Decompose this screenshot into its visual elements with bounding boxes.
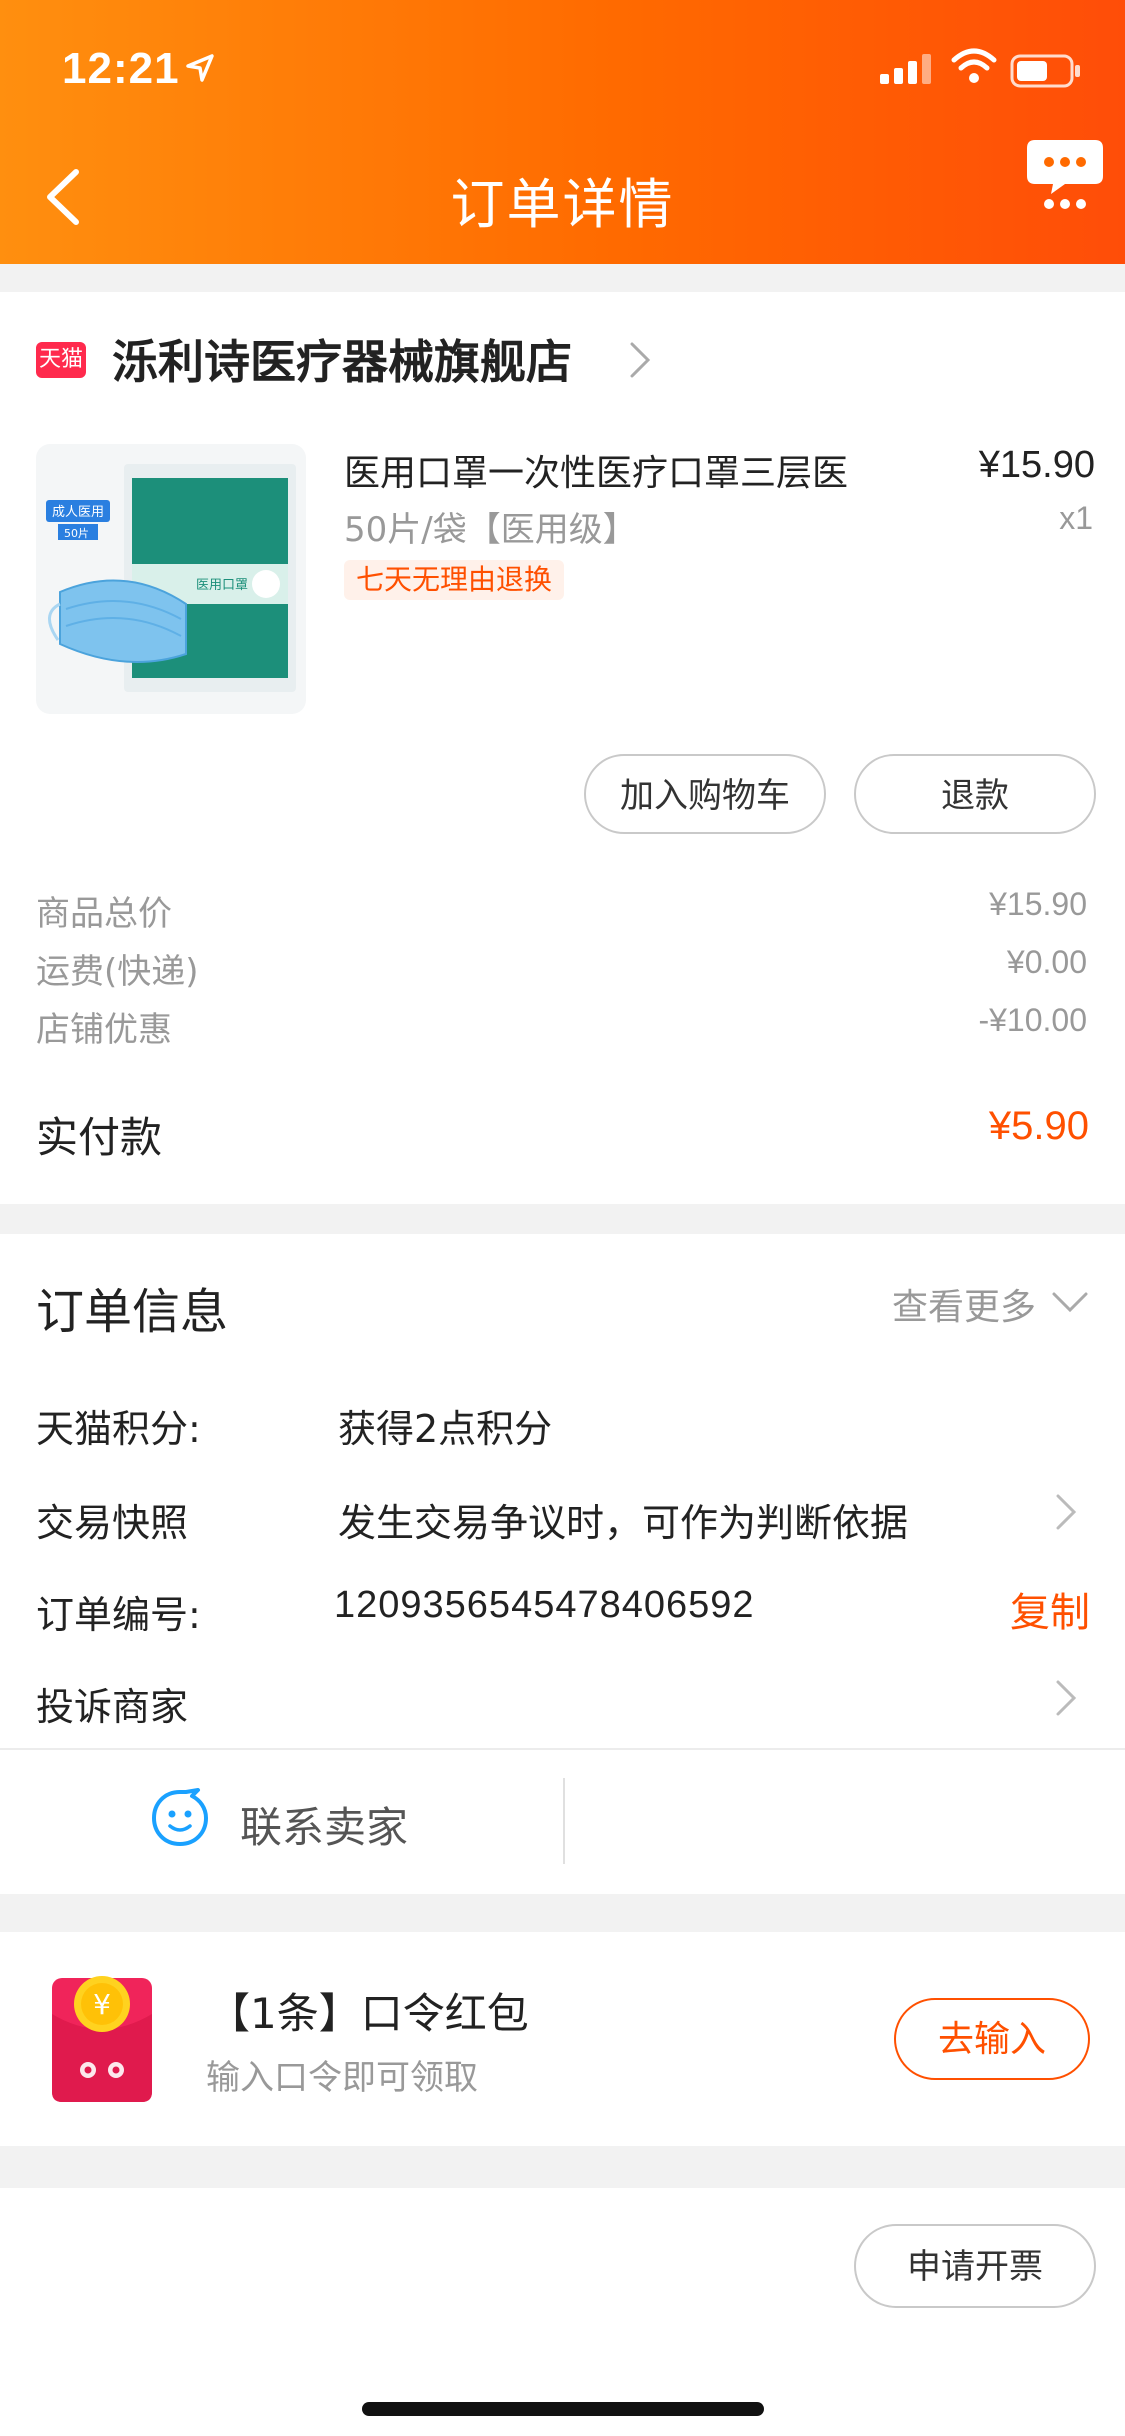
complaint-label[interactable]: 投诉商家	[36, 1676, 188, 1731]
chevron-right-icon[interactable]	[628, 340, 652, 380]
package-badge-count: 50片	[64, 527, 89, 540]
snapshot-value[interactable]: 发生交易争议时，可作为判断依据	[338, 1492, 908, 1547]
points-label: 天猫积分:	[36, 1407, 201, 1451]
red-packet-card: ¥ 【1条】口令红包 输入口令即可领取 去输入	[0, 1932, 1125, 2146]
payment-value: ¥5.90	[988, 1104, 1089, 1148]
chevron-right-icon[interactable]	[1054, 1678, 1078, 1718]
add-to-cart-button[interactable]: 加入购物车	[584, 754, 826, 834]
fee-label-shipping: 运费(快递)	[36, 952, 199, 992]
copy-button[interactable]: 复制	[1010, 1580, 1090, 1638]
order-info-title: 订单信息	[36, 1284, 229, 1340]
order-number-label: 订单编号:	[36, 1593, 201, 1637]
fee-value-shipping: ¥0.00	[1006, 944, 1087, 980]
home-indicator	[362, 2402, 764, 2416]
payment-label: 实付款	[36, 1113, 163, 1162]
fee-value-discount: -¥10.00	[978, 1002, 1087, 1038]
order-number-value: 1209356545478406592	[334, 1584, 755, 1626]
message-icon[interactable]	[1025, 130, 1105, 210]
snapshot-label[interactable]: 交易快照	[36, 1492, 188, 1547]
status-time: 12:21	[62, 44, 180, 93]
product-sku: 50片/袋【医用级】	[344, 510, 637, 550]
fee-label-discount: 店铺优惠	[36, 1010, 172, 1050]
location-arrow-icon	[186, 54, 214, 82]
shop-card: 天猫 泺利诗医疗器械旗舰店 医用口罩 成人医用 50片 医用口罩一次性医疗口罩三…	[0, 292, 1125, 1204]
wifi-icon	[951, 48, 997, 83]
chevron-right-icon[interactable]	[1054, 1492, 1078, 1532]
fee-value-subtotal: ¥15.90	[989, 886, 1087, 922]
product-quantity: x1	[1059, 500, 1093, 536]
request-invoice-button[interactable]: 申请开票	[854, 2224, 1096, 2308]
enter-code-button[interactable]: 去输入	[894, 1998, 1090, 2080]
fee-label-subtotal: 商品总价	[36, 894, 172, 934]
see-more-link[interactable]: 查看更多	[892, 1278, 1036, 1330]
red-packet-subtitle: 输入口令即可领取	[206, 2058, 478, 2098]
tmall-badge: 天猫	[36, 342, 86, 378]
app-header: 12:21 订单详情	[0, 0, 1125, 264]
package-badge: 成人医用	[52, 505, 104, 520]
return-policy-tag: 七天无理由退换	[344, 560, 565, 600]
page-title: 订单详情	[450, 173, 675, 236]
product-image[interactable]: 医用口罩 成人医用 50片	[36, 444, 306, 714]
svg-text:¥: ¥	[93, 1988, 111, 2021]
red-packet-title: 【1条】口令红包	[208, 1989, 529, 2038]
order-info-card: 订单信息 查看更多 天猫积分: 获得2点积分 交易快照 发生交易争议时，可作为判…	[0, 1234, 1125, 1894]
signal-icon	[880, 54, 931, 84]
red-packet-icon: ¥	[52, 1976, 152, 2102]
chevron-down-icon[interactable]	[1050, 1290, 1090, 1314]
shop-name[interactable]: 泺利诗医疗器械旗舰店	[112, 326, 572, 392]
divider	[0, 1748, 1125, 1750]
refund-button[interactable]: 退款	[854, 754, 1096, 834]
battery-icon	[1010, 54, 1080, 88]
chat-bubble-icon[interactable]	[148, 1786, 212, 1850]
bottom-action-bar: 申请开票	[0, 2188, 1125, 2436]
product-title[interactable]: 医用口罩一次性医疗口罩三层医	[344, 444, 904, 496]
mask-package-illustration: 医用口罩 成人医用 50片	[46, 464, 296, 692]
product-price: ¥15.90	[978, 444, 1095, 486]
points-value: 获得2点积分	[338, 1407, 553, 1451]
contact-seller-label[interactable]: 联系卖家	[240, 1794, 408, 1855]
package-label: 医用口罩	[196, 578, 248, 593]
divider	[563, 1778, 565, 1864]
